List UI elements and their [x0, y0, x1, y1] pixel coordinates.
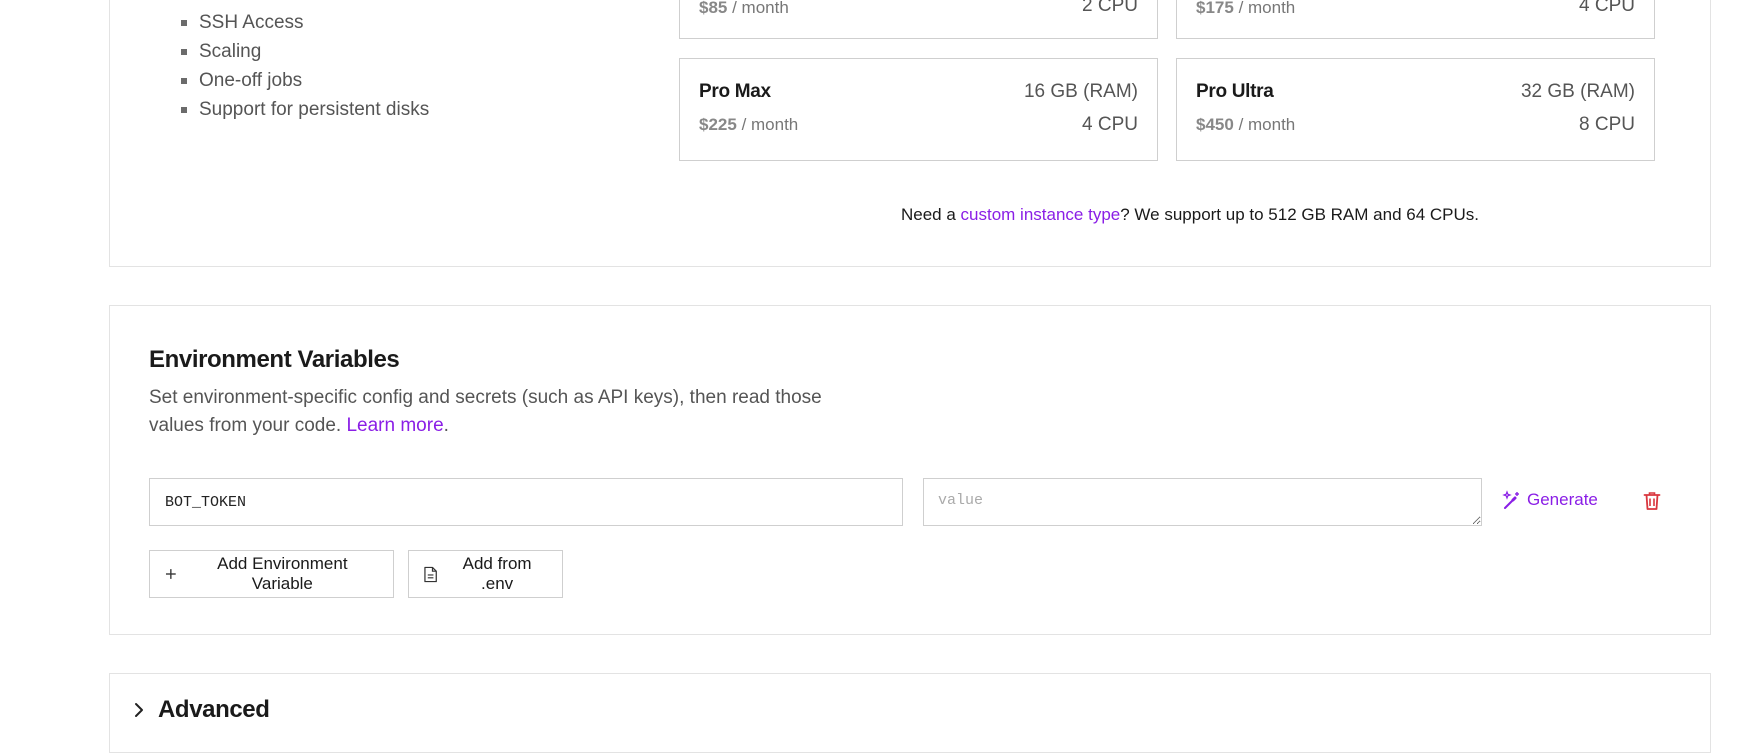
env-vars-section: Environment Variables Set environment-sp… [109, 305, 1711, 635]
section-description: Set environment-specific config and secr… [149, 387, 822, 436]
bullet-icon [181, 20, 187, 26]
bullet-icon [181, 78, 187, 84]
file-icon [424, 566, 437, 582]
plus-icon [165, 569, 176, 579]
instance-cpu: 2 CPU [1082, 0, 1138, 16]
instance-ram: 32 GB (RAM) [1520, 81, 1635, 102]
bullet-icon [181, 107, 187, 113]
instance-type-section: SSH Access Scaling One-off jobs Support … [109, 0, 1711, 267]
instance-card-pro-max[interactable]: Pro Max 16 GB (RAM) $225 / month 4 CPU [679, 58, 1158, 161]
instance-card-pro-ultra[interactable]: Pro Ultra 32 GB (RAM) $450 / month 8 CPU [1176, 58, 1655, 161]
instance-cpu: 8 CPU [1579, 114, 1635, 135]
instance-card-pro[interactable]: $175 / month 4 CPU [1176, 0, 1655, 39]
instance-name: Pro Ultra [1196, 81, 1274, 102]
advanced-title: Advanced [158, 696, 270, 723]
add-env-variable-button[interactable]: Add Environment Variable [149, 550, 394, 598]
instance-cpu: 4 CPU [1082, 114, 1138, 135]
feature-item: SSH Access [176, 11, 429, 40]
advanced-section: Advanced [109, 673, 1711, 753]
feature-item: Support for persistent disks [176, 98, 429, 127]
generate-button[interactable]: Generate [1501, 490, 1598, 510]
env-value-input[interactable] [923, 478, 1482, 526]
instance-price: $85 [699, 0, 728, 17]
bullet-icon [181, 49, 187, 55]
feature-item: Scaling [176, 40, 429, 69]
instance-price: $225 [699, 115, 737, 134]
instance-price: $175 [1196, 0, 1234, 17]
custom-instance-note: Need a custom instance type? We support … [900, 205, 1479, 224]
delete-variable-button[interactable] [1643, 491, 1661, 516]
chevron-right-icon [135, 703, 143, 717]
custom-instance-link[interactable]: custom instance type [961, 205, 1121, 224]
feature-item: One-off jobs [176, 69, 429, 98]
magic-wand-icon [1502, 490, 1519, 509]
section-title: Environment Variables [149, 346, 400, 373]
instance-card-standard[interactable]: $85 / month 2 CPU [679, 0, 1158, 39]
instance-cpu: 4 CPU [1579, 0, 1635, 16]
advanced-toggle[interactable]: Advanced [132, 696, 270, 724]
instance-name: Pro Max [699, 81, 771, 102]
learn-more-link[interactable]: Learn more [346, 415, 443, 436]
instance-ram: 16 GB (RAM) [1023, 81, 1138, 102]
add-from-env-button[interactable]: Add from .env [408, 550, 563, 598]
feature-list: SSH Access Scaling One-off jobs Support … [176, 11, 429, 127]
env-key-input[interactable] [149, 478, 903, 526]
trash-icon [1643, 492, 1661, 510]
instance-price: $450 [1196, 115, 1234, 134]
